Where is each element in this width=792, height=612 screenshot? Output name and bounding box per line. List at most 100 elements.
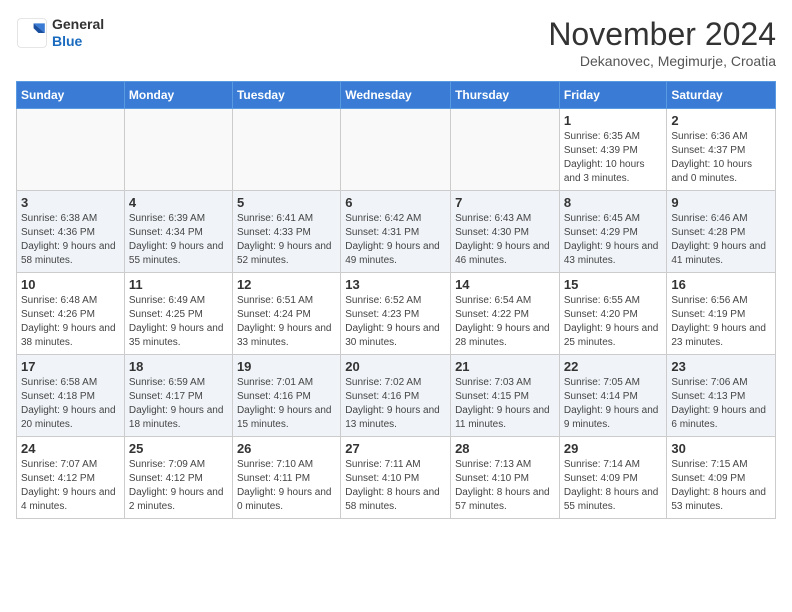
logo-icon (16, 17, 48, 49)
day-number: 14 (455, 277, 555, 292)
calendar-day-cell (124, 109, 232, 191)
day-info: Sunrise: 7:03 AM Sunset: 4:15 PM Dayligh… (455, 376, 555, 432)
calendar-day-cell: 25 Sunrise: 7:09 AM Sunset: 4:12 PM Dayli… (124, 437, 232, 519)
calendar-day-cell: 7Sunrise: 6:43 AM Sunset: 4:30 PM Daylig… (451, 191, 560, 273)
calendar-day-cell: 30 Sunrise: 7:15 AM Sunset: 4:09 PM Dayli… (667, 437, 776, 519)
day-info: Sunrise: 6:45 AM Sunset: 4:29 PM Dayligh… (564, 212, 663, 268)
calendar-day-cell: 22Sunrise: 7:05 AM Sunset: 4:14 PM Dayli… (559, 355, 667, 437)
calendar-day-cell: 13 Sunrise: 6:52 AM Sunset: 4:23 PM Dayli… (341, 273, 451, 355)
day-number: 20 (345, 359, 446, 374)
day-info: Sunrise: 7:02 AM Sunset: 4:16 PM Dayligh… (345, 376, 446, 432)
calendar-day-cell (451, 109, 560, 191)
day-number: 25 (129, 441, 228, 456)
day-info: Sunrise: 7:15 AM Sunset: 4:09 PM Dayligh… (671, 458, 771, 514)
calendar-day-cell: 12 Sunrise: 6:51 AM Sunset: 4:24 PM Dayli… (232, 273, 340, 355)
day-info: Sunrise: 7:10 AM Sunset: 4:11 PM Dayligh… (237, 458, 336, 514)
day-info: Sunrise: 6:41 AM Sunset: 4:33 PM Dayligh… (237, 212, 336, 268)
day-info: Sunrise: 6:52 AM Sunset: 4:23 PM Dayligh… (345, 294, 446, 350)
weekday-header-tuesday: Tuesday (232, 82, 340, 109)
calendar-week-row: 10 Sunrise: 6:48 AM Sunset: 4:26 PM Dayli… (17, 273, 776, 355)
day-info: Sunrise: 6:38 AM Sunset: 4:36 PM Dayligh… (21, 212, 120, 268)
day-info: Sunrise: 6:48 AM Sunset: 4:26 PM Dayligh… (21, 294, 120, 350)
day-number: 19 (237, 359, 336, 374)
day-info: Sunrise: 7:07 AM Sunset: 4:12 PM Dayligh… (21, 458, 120, 514)
calendar-day-cell: 14 Sunrise: 6:54 AM Sunset: 4:22 PM Dayli… (451, 273, 560, 355)
weekday-header-friday: Friday (559, 82, 667, 109)
day-info: Sunrise: 6:39 AM Sunset: 4:34 PM Dayligh… (129, 212, 228, 268)
weekday-header-sunday: Sunday (17, 82, 125, 109)
day-number: 6 (345, 195, 446, 210)
day-info: Sunrise: 6:54 AM Sunset: 4:22 PM Dayligh… (455, 294, 555, 350)
weekday-header-wednesday: Wednesday (341, 82, 451, 109)
day-number: 30 (671, 441, 771, 456)
calendar-table: SundayMondayTuesdayWednesdayThursdayFrid… (16, 81, 776, 519)
calendar-day-cell: 20 Sunrise: 7:02 AM Sunset: 4:16 PM Dayli… (341, 355, 451, 437)
weekday-header-monday: Monday (124, 82, 232, 109)
calendar-day-cell: 23Sunrise: 7:06 AM Sunset: 4:13 PM Dayli… (667, 355, 776, 437)
day-number: 21 (455, 359, 555, 374)
day-number: 17 (21, 359, 120, 374)
day-number: 16 (671, 277, 771, 292)
calendar-day-cell: 16 Sunrise: 6:56 AM Sunset: 4:19 PM Dayli… (667, 273, 776, 355)
calendar-day-cell: 4Sunrise: 6:39 AM Sunset: 4:34 PM Daylig… (124, 191, 232, 273)
calendar-day-cell: 10 Sunrise: 6:48 AM Sunset: 4:26 PM Dayli… (17, 273, 125, 355)
day-number: 15 (564, 277, 663, 292)
title-area: November 2024 Dekanovec, Megimurje, Croa… (548, 16, 776, 69)
day-number: 9 (671, 195, 771, 210)
day-number: 26 (237, 441, 336, 456)
day-number: 8 (564, 195, 663, 210)
weekday-header-saturday: Saturday (667, 82, 776, 109)
calendar-day-cell: 9 Sunrise: 6:46 AM Sunset: 4:28 PM Daylig… (667, 191, 776, 273)
day-info: Sunrise: 6:35 AM Sunset: 4:39 PM Dayligh… (564, 130, 663, 186)
calendar-header-row: SundayMondayTuesdayWednesdayThursdayFrid… (17, 82, 776, 109)
day-number: 12 (237, 277, 336, 292)
day-number: 2 (671, 113, 771, 128)
calendar-day-cell: 15Sunrise: 6:55 AM Sunset: 4:20 PM Dayli… (559, 273, 667, 355)
day-number: 18 (129, 359, 228, 374)
day-info: Sunrise: 6:56 AM Sunset: 4:19 PM Dayligh… (671, 294, 771, 350)
calendar-week-row: 17 Sunrise: 6:58 AM Sunset: 4:18 PM Dayli… (17, 355, 776, 437)
calendar-day-cell: 1 Sunrise: 6:35 AM Sunset: 4:39 PM Daylig… (559, 109, 667, 191)
day-number: 5 (237, 195, 336, 210)
day-info: Sunrise: 6:59 AM Sunset: 4:17 PM Dayligh… (129, 376, 228, 432)
day-number: 3 (21, 195, 120, 210)
calendar-day-cell: 5 Sunrise: 6:41 AM Sunset: 4:33 PM Daylig… (232, 191, 340, 273)
calendar-day-cell: 8 Sunrise: 6:45 AM Sunset: 4:29 PM Daylig… (559, 191, 667, 273)
calendar-day-cell: 3 Sunrise: 6:38 AM Sunset: 4:36 PM Daylig… (17, 191, 125, 273)
calendar-day-cell: 26 Sunrise: 7:10 AM Sunset: 4:11 PM Dayli… (232, 437, 340, 519)
day-number: 13 (345, 277, 446, 292)
calendar-day-cell: 6 Sunrise: 6:42 AM Sunset: 4:31 PM Daylig… (341, 191, 451, 273)
calendar-day-cell (341, 109, 451, 191)
logo: General Blue (16, 16, 104, 50)
calendar-day-cell: 18 Sunrise: 6:59 AM Sunset: 4:17 PM Dayli… (124, 355, 232, 437)
day-number: 28 (455, 441, 555, 456)
day-info: Sunrise: 7:09 AM Sunset: 4:12 PM Dayligh… (129, 458, 228, 514)
day-number: 24 (21, 441, 120, 456)
day-number: 27 (345, 441, 446, 456)
calendar-week-row: 1 Sunrise: 6:35 AM Sunset: 4:39 PM Daylig… (17, 109, 776, 191)
day-number: 22 (564, 359, 663, 374)
day-number: 29 (564, 441, 663, 456)
day-info: Sunrise: 6:42 AM Sunset: 4:31 PM Dayligh… (345, 212, 446, 268)
day-info: Sunrise: 6:43 AM Sunset: 4:30 PM Dayligh… (455, 212, 555, 268)
calendar-day-cell: 29 Sunrise: 7:14 AM Sunset: 4:09 PM Dayli… (559, 437, 667, 519)
day-info: Sunrise: 7:13 AM Sunset: 4:10 PM Dayligh… (455, 458, 555, 514)
calendar-day-cell: 11Sunrise: 6:49 AM Sunset: 4:25 PM Dayli… (124, 273, 232, 355)
calendar-day-cell: 27 Sunrise: 7:11 AM Sunset: 4:10 PM Dayli… (341, 437, 451, 519)
day-number: 11 (129, 277, 228, 292)
calendar-day-cell: 17 Sunrise: 6:58 AM Sunset: 4:18 PM Dayli… (17, 355, 125, 437)
calendar-week-row: 3 Sunrise: 6:38 AM Sunset: 4:36 PM Daylig… (17, 191, 776, 273)
day-info: Sunrise: 6:58 AM Sunset: 4:18 PM Dayligh… (21, 376, 120, 432)
location-subtitle: Dekanovec, Megimurje, Croatia (548, 53, 776, 69)
day-info: Sunrise: 6:46 AM Sunset: 4:28 PM Dayligh… (671, 212, 771, 268)
logo-blue: Blue (52, 33, 104, 50)
day-number: 1 (564, 113, 663, 128)
month-title: November 2024 (548, 16, 776, 53)
logo-text: General Blue (52, 16, 104, 50)
day-info: Sunrise: 6:51 AM Sunset: 4:24 PM Dayligh… (237, 294, 336, 350)
day-info: Sunrise: 7:11 AM Sunset: 4:10 PM Dayligh… (345, 458, 446, 514)
calendar-day-cell (232, 109, 340, 191)
day-info: Sunrise: 7:14 AM Sunset: 4:09 PM Dayligh… (564, 458, 663, 514)
day-number: 10 (21, 277, 120, 292)
calendar-day-cell: 2Sunrise: 6:36 AM Sunset: 4:37 PM Daylig… (667, 109, 776, 191)
